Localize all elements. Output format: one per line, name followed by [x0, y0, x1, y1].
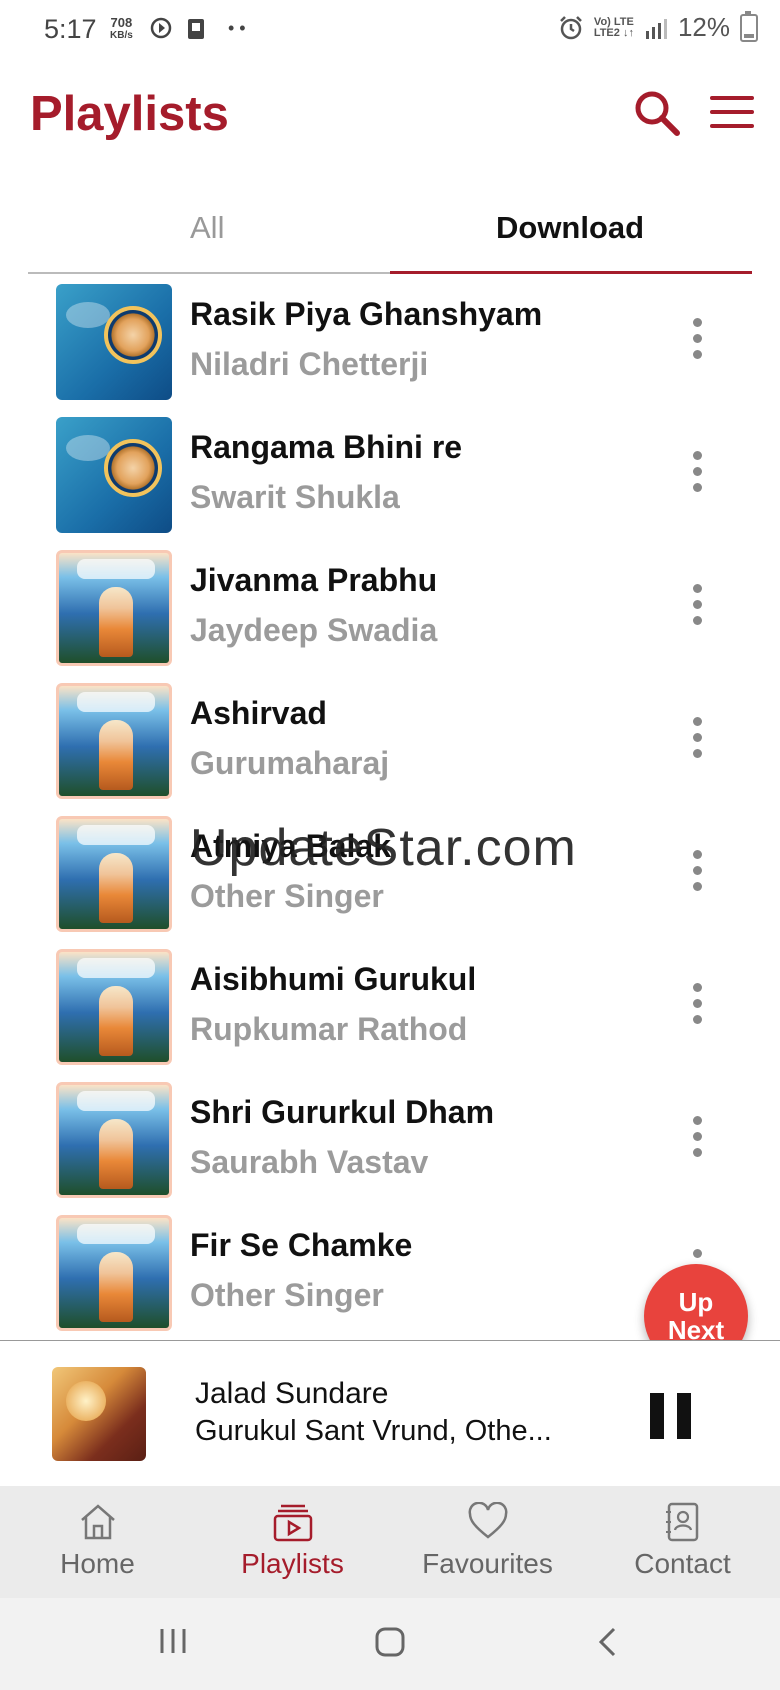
album-art	[56, 949, 172, 1065]
song-artist: Niladri Chetterji	[190, 346, 429, 382]
media-card-icon	[188, 19, 204, 39]
song-title: Shri Gururkul Dham	[190, 1094, 495, 1130]
search-button[interactable]	[632, 88, 682, 138]
now-playing-artist: Gurukul Sant Vrund, Othe...	[195, 1415, 552, 1447]
status-bar: 5:17 708 KB/s • • Vo) LTE LTE2 ↓↑ 12%	[0, 0, 780, 62]
song-title: Fir Se Chamke	[190, 1227, 413, 1263]
more-vertical-icon	[682, 584, 712, 625]
status-right: Vo) LTE LTE2 ↓↑ 12%	[558, 10, 758, 43]
nav-home[interactable]: Home	[0, 1486, 195, 1598]
more-options-button[interactable]	[682, 850, 712, 900]
recent-apps-icon[interactable]	[158, 1626, 188, 1656]
mini-player[interactable]: Jalad Sundare Gurukul Sant Vrund, Othe..…	[0, 1340, 780, 1487]
more-vertical-icon	[682, 850, 712, 891]
tab-download[interactable]: Download	[496, 210, 644, 246]
album-art	[56, 1082, 172, 1198]
album-art	[56, 417, 172, 533]
heart-icon	[468, 1502, 508, 1539]
menu-icon	[710, 96, 754, 128]
album-art	[56, 683, 172, 799]
nav-favourites[interactable]: Favourites	[390, 1486, 585, 1598]
search-icon	[635, 91, 680, 136]
status-dots: • •	[228, 18, 246, 38]
song-artist: Gurumaharaj	[190, 745, 390, 781]
signal-icon	[645, 18, 667, 39]
home-icon	[81, 1504, 115, 1540]
more-vertical-icon	[682, 717, 712, 758]
album-art	[56, 816, 172, 932]
net-speed-value: 708	[110, 15, 133, 30]
page-title: Playlists	[30, 87, 229, 141]
back-icon[interactable]	[596, 1626, 620, 1658]
song-title: Rasik Piya Ghanshyam	[190, 296, 543, 332]
album-art	[56, 550, 172, 666]
bottom-nav: Home Playlists Favourites Contact	[0, 1486, 780, 1598]
lte-indicator: Vo) LTE LTE2 ↓↑	[593, 15, 634, 39]
battery-icon	[740, 10, 758, 42]
status-time: 5:17	[44, 14, 97, 44]
more-vertical-icon	[682, 983, 712, 1024]
menu-button[interactable]	[710, 96, 754, 130]
more-options-button[interactable]	[682, 451, 712, 501]
home-button-icon[interactable]	[374, 1626, 406, 1658]
song-title: Ashirvad	[190, 695, 327, 731]
tab-active-indicator	[390, 271, 752, 274]
more-options-button[interactable]	[682, 1116, 712, 1166]
nav-playlists[interactable]: Playlists	[195, 1486, 390, 1598]
song-artist: Saurabh Vastav	[190, 1144, 429, 1180]
pause-button[interactable]	[650, 1393, 692, 1439]
more-vertical-icon	[682, 451, 712, 492]
song-artist: Swarit Shukla	[190, 479, 400, 515]
lte-top: Vo) LTE	[593, 15, 634, 28]
more-options-button[interactable]	[682, 717, 712, 767]
more-options-button[interactable]	[682, 318, 712, 368]
song-row[interactable]: Jivanma Prabhu Jaydeep Swadia	[0, 550, 780, 683]
song-title: Rangama Bhini re	[190, 429, 463, 465]
lte-bottom: LTE2 ↓↑	[593, 26, 634, 39]
more-vertical-icon	[682, 318, 712, 359]
playlist-icon	[273, 1504, 313, 1542]
play-circle-icon	[150, 17, 172, 39]
song-artist: Other Singer	[190, 1277, 384, 1313]
alarm-icon	[559, 15, 582, 39]
song-row[interactable]: Rasik Piya Ghanshyam Niladri Chetterji	[0, 284, 780, 417]
net-speed: 708 KB/s	[110, 16, 133, 42]
battery-percent: 12%	[677, 12, 730, 42]
song-row[interactable]: Rangama Bhini re Swarit Shukla	[0, 417, 780, 550]
more-options-button[interactable]	[682, 584, 712, 634]
nav-home-label: Home	[60, 1548, 135, 1579]
nav-playlists-label: Playlists	[241, 1548, 344, 1579]
system-nav-bar	[0, 1598, 780, 1690]
tab-all[interactable]: All	[190, 210, 224, 246]
now-playing-title: Jalad Sundare	[195, 1377, 389, 1410]
nav-contact-label: Contact	[634, 1548, 731, 1579]
now-playing-art	[52, 1367, 146, 1461]
more-options-button[interactable]	[682, 983, 712, 1033]
more-vertical-icon	[682, 1116, 712, 1157]
song-artist: Rupkumar Rathod	[190, 1011, 468, 1047]
song-row[interactable]: Aisibhumi Gurukul Rupkumar Rathod	[0, 949, 780, 1082]
song-title: Aisibhumi Gurukul	[190, 961, 477, 997]
contact-book-icon	[666, 1502, 699, 1542]
song-artist: Jaydeep Swadia	[190, 612, 438, 648]
song-title: Jivanma Prabhu	[190, 562, 438, 598]
nav-favourites-label: Favourites	[422, 1548, 553, 1579]
album-art	[56, 284, 172, 400]
watermark: UpdateStar.com	[190, 819, 577, 877]
net-speed-unit: KB/s	[110, 30, 133, 41]
song-row[interactable]: Ashirvad Gurumaharaj	[0, 683, 780, 816]
album-art	[56, 1215, 172, 1331]
song-row[interactable]: Shri Gururkul Dham Saurabh Vastav	[0, 1082, 780, 1215]
nav-contact[interactable]: Contact	[585, 1486, 780, 1598]
song-artist: Other Singer	[190, 878, 384, 914]
up-next-line1: Up	[678, 1287, 714, 1317]
